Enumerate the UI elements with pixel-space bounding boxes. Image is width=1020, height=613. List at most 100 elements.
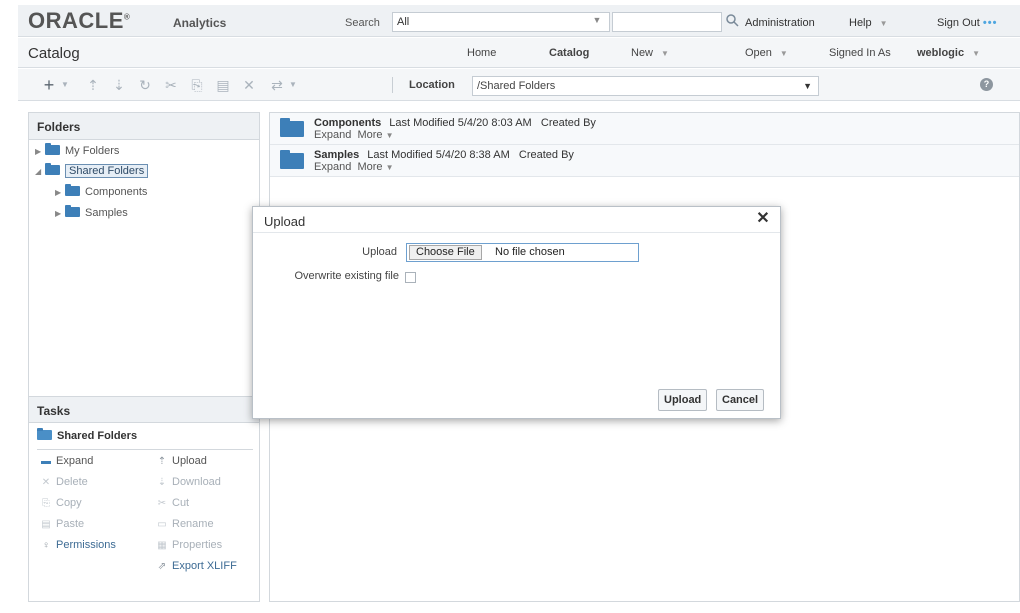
list-item[interactable]: Components Last Modified 5/4/20 8:03 AM C… <box>270 113 1019 145</box>
delete-icon: ✕ <box>41 477 51 488</box>
task-label: Cut <box>172 497 190 509</box>
administration-link[interactable]: Administration <box>745 17 815 29</box>
list-item[interactable]: Samples Last Modified 5/4/20 8:38 AM Crea… <box>270 145 1019 177</box>
more-menu[interactable]: More ▼ <box>357 161 393 173</box>
page-bottom <box>0 603 1020 613</box>
close-icon[interactable]: ✕ <box>755 211 771 227</box>
task-permissions[interactable]: ♀ Permissions <box>39 538 116 552</box>
sign-out-link[interactable]: Sign Out ••• <box>937 17 997 29</box>
search-scope-value: All <box>397 16 410 28</box>
tasks-folder: Shared Folders <box>37 428 138 442</box>
task-label: Rename <box>172 518 214 530</box>
rename-icon: ▭ <box>157 519 167 530</box>
task-label: Properties <box>172 539 223 551</box>
expand-link[interactable]: Expand <box>314 129 351 141</box>
collapse-arrow-icon[interactable]: ◢ <box>35 164 45 180</box>
file-input[interactable]: Choose File No file chosen <box>406 243 639 262</box>
top-header: ORACLE® Analytics Search All ▼ Administr… <box>18 5 1020 37</box>
location-label: Location <box>409 79 455 91</box>
dialog-title: Upload <box>264 214 306 229</box>
page-title: Catalog <box>28 45 80 62</box>
tree-item-shared-folders[interactable]: ◢ Shared Folders <box>35 163 149 180</box>
task-label: Expand <box>56 455 94 467</box>
item-title: Samples Last Modified 5/4/20 8:38 AM Crea… <box>314 149 574 161</box>
expand-arrow-icon[interactable]: ▶ <box>55 185 65 201</box>
export-icon: ⇗ <box>157 561 167 572</box>
upload-button[interactable]: Upload <box>658 389 708 411</box>
copy-icon: ⎘ <box>42 498 50 509</box>
chevron-down-icon: ▼ <box>803 81 812 91</box>
task-paste: ▤ Paste <box>39 517 84 531</box>
item-modified: Last Modified 5/4/20 8:38 AM <box>367 149 510 161</box>
chevron-down-icon: ▼ <box>661 49 669 58</box>
folders-panel-title: Folders <box>29 113 259 140</box>
overwrite-label: Overwrite existing file <box>294 270 399 282</box>
overwrite-checkbox[interactable] <box>405 272 416 283</box>
signed-in-label: Signed In As <box>829 47 891 59</box>
expand-arrow-icon[interactable]: ▶ <box>35 144 45 160</box>
chevron-down-icon: ▼ <box>879 19 888 28</box>
tree-item-samples[interactable]: ▶ Samples <box>55 205 128 221</box>
divider <box>37 449 253 450</box>
open-label: Open <box>745 47 772 59</box>
location-value: /Shared Folders <box>477 80 556 92</box>
item-name[interactable]: Samples <box>314 149 359 161</box>
download-icon: ⇣ <box>157 477 167 488</box>
chevron-down-icon[interactable]: ▼ <box>56 77 74 93</box>
folder-icon <box>65 184 80 196</box>
cut-icon: ✂ <box>165 77 177 93</box>
task-label: Copy <box>56 497 82 509</box>
new-menu[interactable]: New ▼ <box>631 47 669 59</box>
chevron-down-icon: ▼ <box>289 80 297 89</box>
download-icon: ⇣ <box>113 77 125 93</box>
tasks-folder-label: Shared Folders <box>57 430 138 442</box>
upload-dialog: Upload ✕ Upload Choose File No file chos… <box>252 206 781 419</box>
help-icon[interactable]: ? <box>980 78 993 91</box>
upload-icon[interactable]: ⇡ <box>84 77 102 93</box>
more-menu[interactable]: More ▼ <box>357 129 393 141</box>
task-label: Export XLIFF <box>172 560 237 572</box>
item-name[interactable]: Components <box>314 117 381 129</box>
task-label: Paste <box>56 518 85 530</box>
chevron-down-icon: ▼ <box>779 49 788 58</box>
chevron-down-icon: ▼ <box>385 131 394 140</box>
tree-item-my-folders[interactable]: ▶ My Folders <box>35 143 119 159</box>
home-link[interactable]: Home <box>467 47 496 59</box>
task-label: Delete <box>56 476 88 488</box>
task-expand[interactable]: ▬ Expand <box>39 454 93 468</box>
expand-link[interactable]: Expand <box>314 161 351 173</box>
paste-icon: ▤ <box>216 77 230 93</box>
user-menu[interactable]: weblogic ▼ <box>917 47 980 59</box>
task-label: Download <box>172 476 221 488</box>
search-scope-select[interactable]: All ▼ <box>392 12 610 32</box>
task-download: ⇣ Download <box>155 475 221 489</box>
paste-icon: ▤ <box>41 519 51 530</box>
folder-icon <box>45 143 60 155</box>
tree-item-label: Components <box>85 186 148 198</box>
open-menu[interactable]: Open ▼ <box>745 47 788 59</box>
key-icon: ♀ <box>42 540 50 551</box>
tree-item-components[interactable]: ▶ Components <box>55 184 147 200</box>
search-icon[interactable] <box>725 13 741 29</box>
dialog-header: Upload ✕ <box>253 207 780 233</box>
task-export-xliff[interactable]: ⇗ Export XLIFF <box>155 559 237 573</box>
item-created-by: Created By <box>518 149 574 161</box>
task-properties: ▦ Properties <box>155 538 222 552</box>
expand-arrow-icon[interactable]: ▶ <box>55 206 65 222</box>
more-dots-icon[interactable]: ••• <box>983 17 998 29</box>
tree-item-label: Samples <box>85 207 128 219</box>
choose-file-button[interactable]: Choose File <box>409 245 482 260</box>
tree-item-label: Shared Folders <box>65 164 149 178</box>
folder-icon <box>37 428 52 440</box>
catalog-link[interactable]: Catalog <box>549 47 589 59</box>
help-menu[interactable]: Help ▼ <box>849 17 888 29</box>
task-rename: ▭ Rename <box>155 517 214 531</box>
new-label: New <box>631 47 654 59</box>
task-delete: ✕ Delete <box>39 475 88 489</box>
cancel-button[interactable]: Cancel <box>716 389 765 411</box>
toolbar-divider <box>392 77 393 93</box>
search-input[interactable] <box>612 12 722 32</box>
location-select[interactable]: /Shared Folders ▼ <box>472 76 819 96</box>
task-upload[interactable]: ⇡ Upload <box>155 454 207 468</box>
page-header: Catalog Home Catalog New ▼ Open ▼ Signed I… <box>18 38 1020 68</box>
